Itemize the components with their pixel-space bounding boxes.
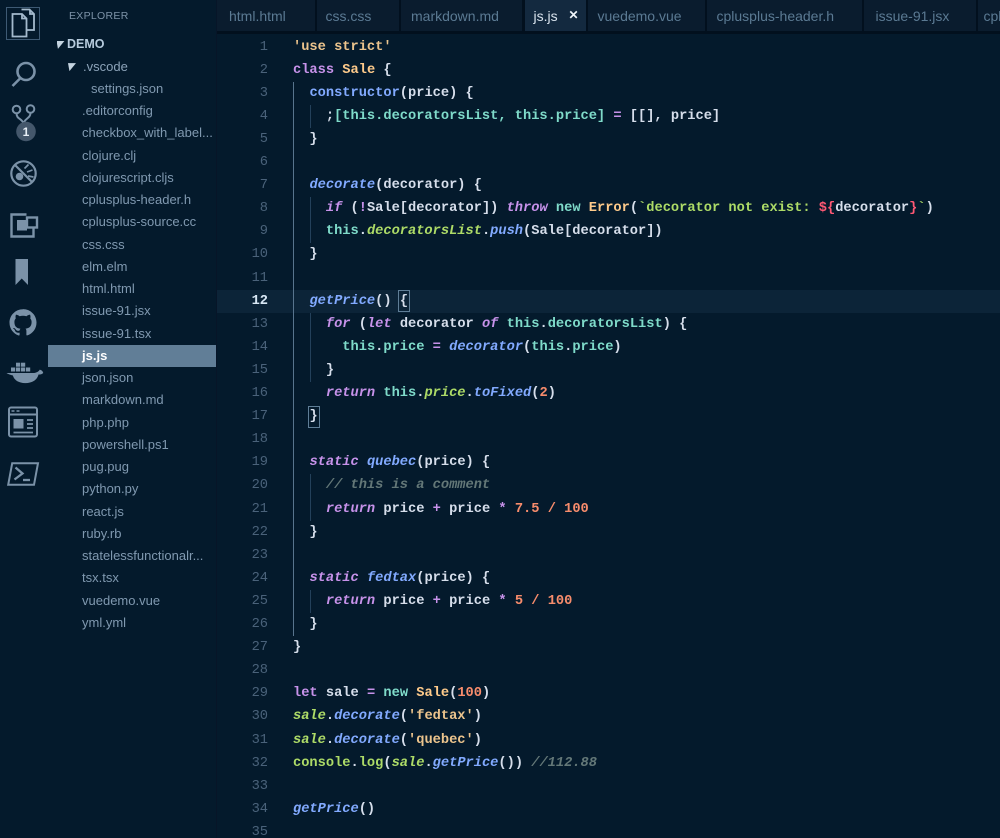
svg-text:1: 1 [23,125,30,139]
